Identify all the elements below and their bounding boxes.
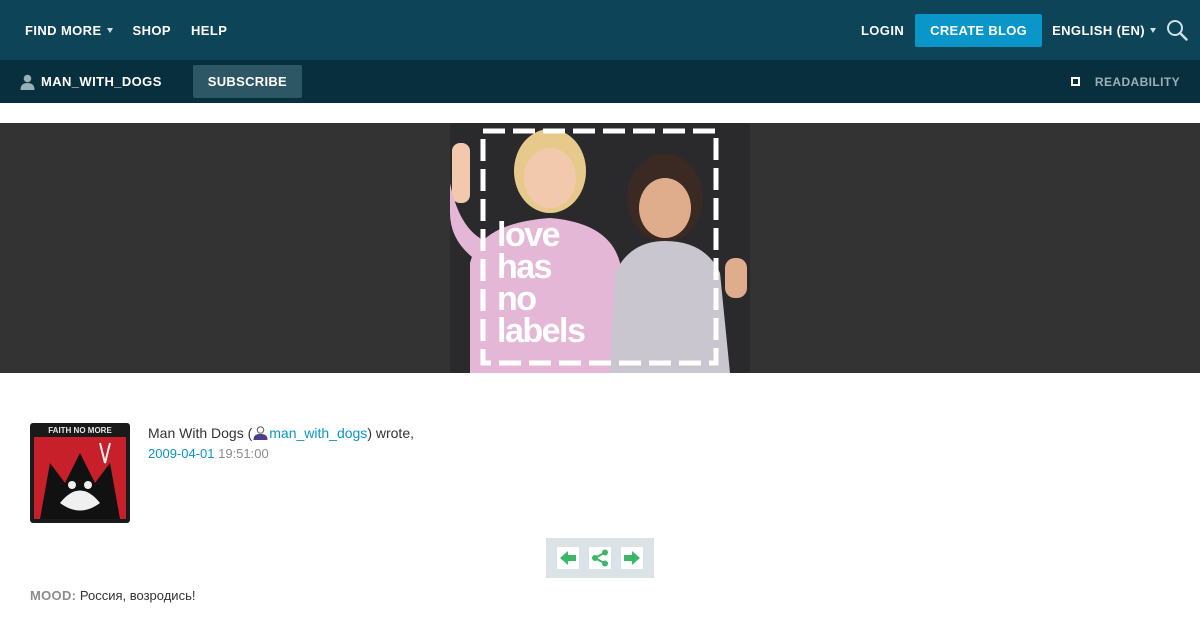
arrow-right-icon [624,551,640,565]
mood-label: MOOD: [30,588,77,603]
find-more-menu[interactable]: FIND MORE [25,23,113,38]
avatar[interactable]: FAITH NO MORE [30,423,130,523]
share-icon [592,549,608,567]
journal-owner[interactable]: MAN_WITH_DOGS [0,74,162,90]
readability-checkbox[interactable] [1069,76,1081,87]
share-button[interactable] [589,547,611,569]
subscribe-button[interactable]: SUBSCRIBE [192,65,303,98]
post-header: Man With Dogs ( man_with_dogs) wrote, 20… [148,424,414,463]
shop-link[interactable]: SHOP [133,23,171,38]
language-selector[interactable]: ENGLISH (EN) [1052,23,1156,38]
user-icon[interactable] [252,426,269,440]
language-label: ENGLISH (EN) [1052,22,1145,38]
create-blog-button[interactable]: CREATE BLOG [915,13,1043,47]
banner-ad-image[interactable]: love has no labels [450,123,750,373]
journal-bar: MAN_WITH_DOGS SUBSCRIBE READABILITY [0,60,1200,103]
top-navigation-bar: FIND MORE SHOP HELP LOGIN CREATE BLOG EN… [0,0,1200,60]
post-date-link[interactable]: 2009-04-01 [148,446,215,461]
banner-line: love [497,216,561,254]
post-time: 19:51:00 [214,446,269,461]
readability-label: READABILITY [1094,74,1180,89]
banner-photo [450,123,750,373]
account-nav: LOGIN CREATE BLOG ENGLISH (EN) [861,0,1200,60]
entry-navigation [546,538,654,578]
arrow-left-icon [560,551,576,565]
banner-line: no [497,280,537,318]
banner: love has no labels [0,123,1200,373]
find-more-label: FIND MORE [25,22,102,38]
next-entry-button[interactable] [621,547,643,569]
post-timestamp: 2009-04-01 19:51:00 [148,445,414,463]
previous-entry-button[interactable] [557,547,579,569]
search-icon[interactable] [1164,17,1190,43]
banner-line: has [497,248,553,286]
help-link[interactable]: HELP [191,23,227,38]
readability-toggle[interactable]: READABILITY [1069,60,1180,103]
userpic-caption: FAITH NO MORE [48,426,112,435]
chevron-down-icon [1150,27,1156,33]
journal-username: MAN_WITH_DOGS [41,74,162,89]
banner-line: labels [497,312,586,350]
login-link[interactable]: LOGIN [861,23,904,38]
banner-slogan: love has no labels [497,216,586,350]
wrote-label: ) wrote, [367,425,414,441]
mood-value: Россия, возродись! [76,588,196,603]
user-icon [20,74,35,90]
primary-nav: FIND MORE SHOP HELP [0,23,247,38]
author-handle-link[interactable]: man_with_dogs [269,425,367,441]
post-mood: MOOD: Россия, возродись! [30,588,195,603]
chevron-down-icon [106,27,113,33]
author-name: Man With Dogs ( [148,425,253,441]
post-author-line: Man With Dogs ( man_with_dogs) wrote, [148,424,414,442]
